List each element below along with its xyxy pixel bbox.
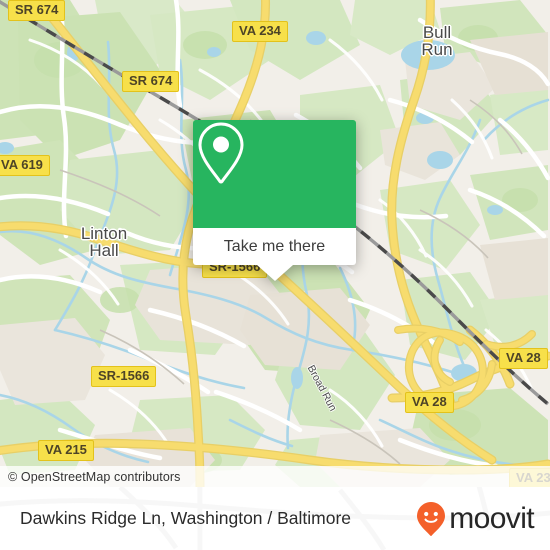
map-canvas[interactable]: Bull Run Linton Hall Broad Run SR 674 VA… bbox=[0, 0, 550, 487]
popup-footer[interactable]: Take me there bbox=[193, 228, 356, 281]
road-shield-sr-674-b[interactable]: SR 674 bbox=[122, 71, 180, 93]
road-shield-va-28-a[interactable]: VA 28 bbox=[499, 348, 548, 370]
moovit-logo[interactable]: moovit bbox=[415, 501, 550, 537]
map-screenshot: Bull Run Linton Hall Broad Run SR 674 VA… bbox=[0, 0, 550, 550]
take-me-there-label: Take me there bbox=[223, 237, 326, 255]
road-shield-sr-1566-b[interactable]: SR-1566 bbox=[91, 366, 157, 388]
attribution-text[interactable]: © OpenStreetMap contributors bbox=[0, 470, 181, 484]
map-pin-icon bbox=[198, 122, 244, 184]
road-shield-va-619[interactable]: VA 619 bbox=[0, 155, 50, 177]
moovit-wordmark: moovit bbox=[449, 501, 534, 535]
road-shield-va-28-b[interactable]: VA 28 bbox=[405, 392, 454, 414]
moovit-pin-icon bbox=[417, 501, 446, 536]
location-title: Dawkins Ridge Ln, Washington / Baltimore bbox=[20, 508, 352, 528]
popup-pointer-tail bbox=[256, 265, 293, 281]
map-attribution-bar: © OpenStreetMap contributors bbox=[0, 466, 550, 487]
location-popup-card[interactable]: Take me there bbox=[193, 120, 356, 281]
road-shield-va-215[interactable]: VA 215 bbox=[38, 440, 94, 462]
road-shield-va-234-a[interactable]: VA 234 bbox=[232, 21, 288, 43]
popup-header bbox=[193, 120, 356, 228]
road-shield-sr-674-a[interactable]: SR 674 bbox=[8, 0, 66, 22]
footer-bar: Dawkins Ridge Ln, Washington / Baltimore… bbox=[0, 487, 550, 550]
